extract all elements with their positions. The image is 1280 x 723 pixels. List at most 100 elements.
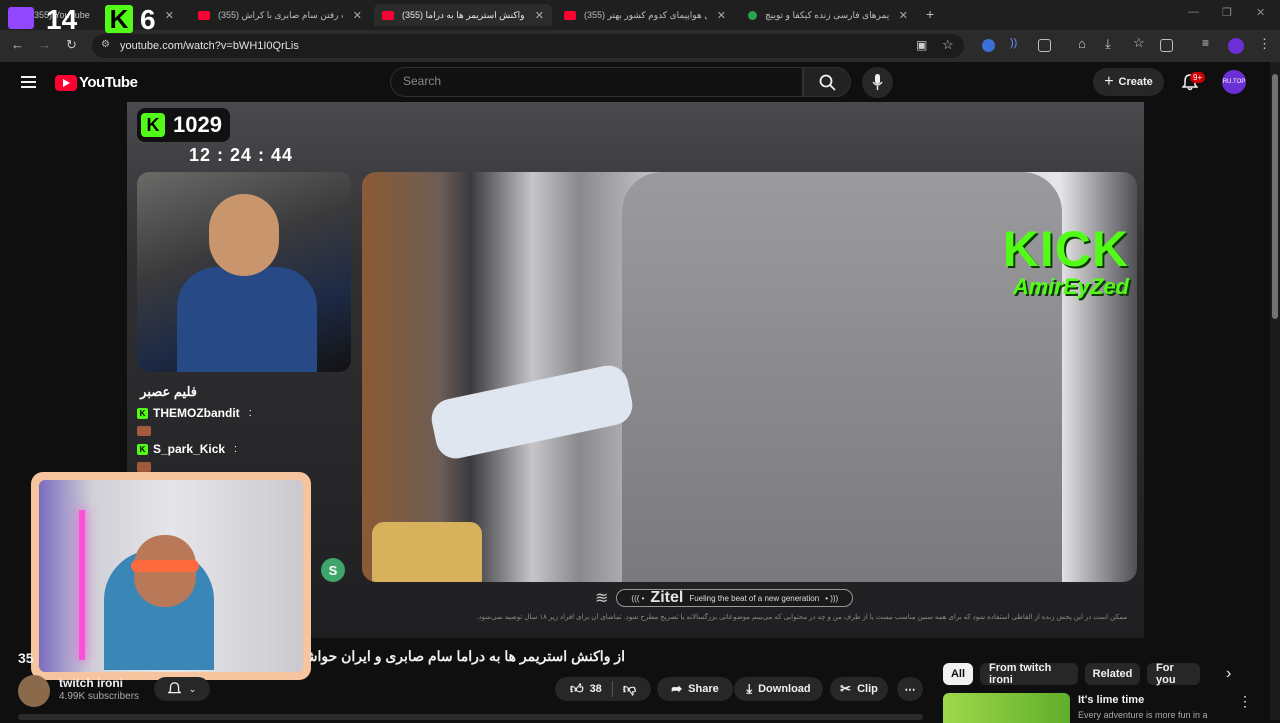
youtube-play-icon <box>55 74 77 91</box>
sponsor-banner: ≋ ((( • Zitel Fueling the beat of a new … <box>595 586 854 610</box>
chip-for-you[interactable]: For you <box>1147 662 1200 686</box>
more-horizontal-icon: ⋯ <box>904 683 916 696</box>
twitch-logo-icon <box>8 7 34 29</box>
site-favicon-icon <box>748 10 757 20</box>
chat-emote-icon <box>137 462 151 472</box>
profile-avatar[interactable]: RU.TOP <box>1222 70 1246 94</box>
streamer-face <box>209 194 279 276</box>
recommended-title[interactable]: It's lime time <box>1078 694 1144 706</box>
kick-wordmark: KICK <box>1002 221 1129 277</box>
download-button[interactable]: ⤓ Download <box>734 677 823 701</box>
new-tab-icon[interactable]: + <box>926 6 934 22</box>
plus-icon: + <box>1104 73 1114 90</box>
voice-search-button[interactable] <box>862 67 893 98</box>
search-input[interactable] <box>403 74 783 88</box>
share-button[interactable]: ➦ Share <box>657 677 733 701</box>
kick-badge-icon: K <box>137 407 148 419</box>
cast-icon[interactable]: ▣ <box>916 38 927 52</box>
sponsor-tagline: Fueling the beat of a new generation <box>689 593 820 603</box>
like-count[interactable]: 38 <box>590 683 602 695</box>
neon-light <box>79 510 85 660</box>
create-button[interactable]: + Create <box>1093 68 1164 96</box>
reading-list-icon[interactable]: ≡ <box>1202 36 1209 50</box>
recommended-subtitle: Every adventure is more fun in a <box>1078 710 1208 720</box>
minimize-icon[interactable]: — <box>1188 6 1199 18</box>
like-dislike-group: 👍︎ 38 👎︎ <box>555 677 651 701</box>
site-info-icon[interactable]: ⚙ <box>101 39 110 50</box>
hamburger-menu-icon[interactable] <box>21 76 36 91</box>
bookmark-star-icon[interactable]: ☆ <box>942 37 954 53</box>
download-label: Download <box>758 683 811 695</box>
kick-badge-icon: K <box>137 443 148 455</box>
chat-message: K S_park_Kick : <box>137 442 351 456</box>
close-tab-icon[interactable]: ✕ <box>717 9 726 22</box>
chip-from-channel[interactable]: From twitch ironi <box>980 662 1078 686</box>
maximize-icon[interactable]: ❐ <box>1222 6 1232 19</box>
search-button[interactable] <box>803 67 851 97</box>
video-scene-arm <box>427 361 637 463</box>
chip-all[interactable]: All <box>943 663 973 685</box>
extension-icon[interactable]: ⌂ <box>1078 36 1086 51</box>
chip-related[interactable]: Related <box>1085 663 1140 685</box>
reload-icon[interactable]: ↻ <box>66 37 77 53</box>
url-text: youtube.com/watch?v=bWH1I0QrLis <box>120 40 299 52</box>
close-tab-icon[interactable]: ✕ <box>353 9 362 22</box>
address-bar[interactable]: ⚙ youtube.com/watch?v=bWH1I0QrLis ▣ ☆ <box>92 34 964 58</box>
download-icon: ⤓ <box>746 681 753 696</box>
chat-text: : <box>248 407 252 419</box>
kick-channel-branding: KICK AmirEyZed <box>979 224 1129 300</box>
divider <box>611 681 613 697</box>
reactor-webcam-frame <box>39 480 303 672</box>
forward-icon[interactable]: → <box>38 37 51 52</box>
clip-button[interactable]: ✂ Clip <box>830 677 888 701</box>
channel-avatar[interactable] <box>18 675 50 707</box>
chat-emote-icon <box>137 426 151 436</box>
youtube-logo[interactable]: YouTube <box>55 74 138 91</box>
reactor-glasses <box>131 560 199 572</box>
sponsor-logo-icon: ≋ <box>595 590 609 607</box>
back-icon[interactable]: ← <box>11 37 24 52</box>
channel-name[interactable]: twitch ironi <box>59 676 123 690</box>
streamer-figure <box>177 267 317 372</box>
thumbs-up-icon[interactable]: 👍︎ <box>570 681 584 697</box>
chat-message: K THEMOZbandit : <box>137 406 351 420</box>
subscriber-count: 4.99K subscribers <box>59 691 140 702</box>
stream-timer: 12 : 24 : 44 <box>189 145 294 165</box>
youtube-favicon-icon <box>382 10 394 20</box>
close-tab-icon[interactable]: ✕ <box>535 9 544 22</box>
chevron-right-icon[interactable]: › <box>1226 665 1231 683</box>
favorites-icon[interactable]: ☆ <box>1133 35 1145 51</box>
subscription-bell-button[interactable]: ⌄ <box>154 677 210 701</box>
scrollbar-thumb[interactable] <box>1272 74 1278 319</box>
chat-username: THEMOZbandit <box>153 406 240 420</box>
thumbs-down-icon[interactable]: 👎︎ <box>623 681 636 697</box>
browser-tab[interactable]: (355) ایونت رفتن سام صابری با کراش ✕ <box>190 4 370 26</box>
tab-title: (355) از واکنش استریمر ها به دراما <box>402 9 525 20</box>
browser-menu-icon[interactable]: ⋮ <box>1258 36 1271 52</box>
kick-follower-count: 1029 <box>173 112 222 137</box>
browser-profile-avatar[interactable] <box>1228 38 1244 54</box>
recommended-thumbnail[interactable] <box>943 693 1070 723</box>
close-window-icon[interactable]: ✕ <box>1256 6 1265 19</box>
clip-label: Clip <box>857 683 878 695</box>
extension-icon[interactable]: )) <box>1010 37 1017 49</box>
extensions-puzzle-icon[interactable] <box>1038 39 1051 52</box>
more-vertical-icon[interactable]: ⋮ <box>1238 693 1252 710</box>
split-screen-icon[interactable] <box>1160 39 1173 52</box>
download-icon[interactable]: ⤓ <box>1105 36 1111 52</box>
browser-tab[interactable]: استریمرهای فارسی زنده کیکفا و توییچ ✕ <box>740 4 916 26</box>
close-tab-icon[interactable]: ✕ <box>899 9 908 22</box>
youtube-favicon-icon <box>564 10 576 20</box>
extension-icon[interactable] <box>982 39 995 52</box>
browser-tab-active[interactable]: (355) از واکنش استریمر ها به دراما ✕ <box>374 4 552 26</box>
description-box-edge <box>18 714 923 720</box>
page-scrollbar[interactable] <box>1270 62 1280 720</box>
sponsor-left-arrows-icon: ((( • <box>631 593 645 603</box>
more-actions-button[interactable]: ⋯ <box>897 677 923 701</box>
twitch-viewer-count: 14 <box>46 4 78 35</box>
kick-logo-icon: K <box>105 4 133 34</box>
browser-tab[interactable]: (355) غذای هواپیمای کدوم کشور بهتر ✕ <box>556 4 734 26</box>
search-box[interactable] <box>390 67 803 97</box>
bell-icon <box>167 682 181 694</box>
side-badge: S <box>321 558 345 582</box>
